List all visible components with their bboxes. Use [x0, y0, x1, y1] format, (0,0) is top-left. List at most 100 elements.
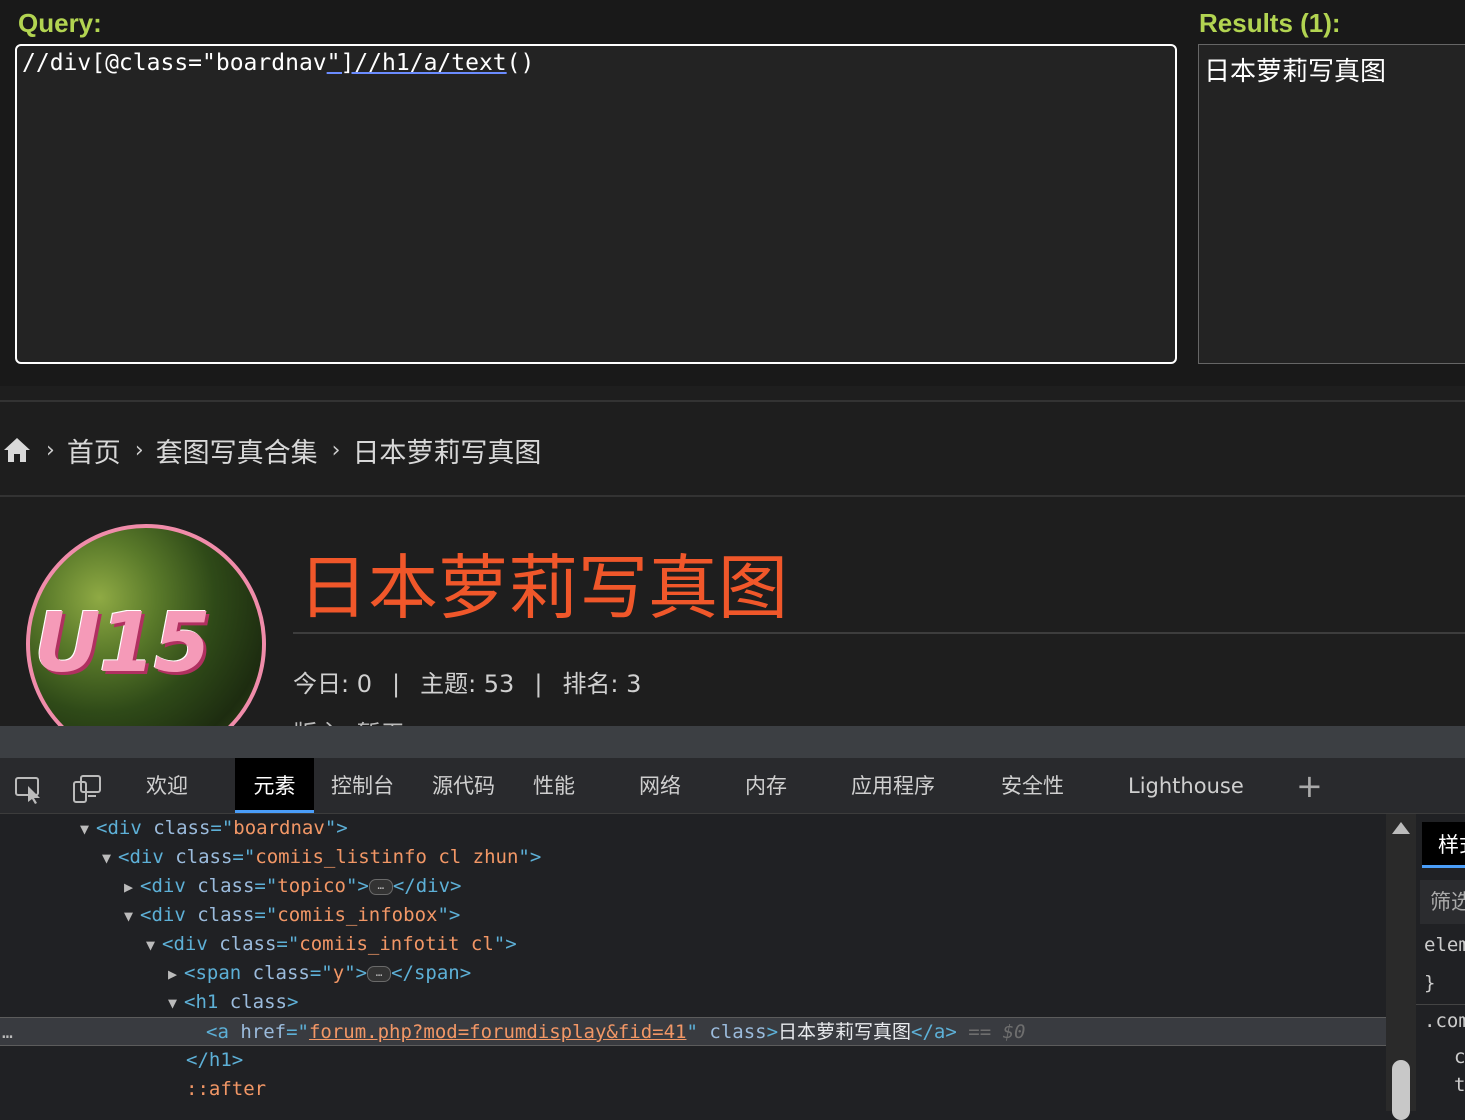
result-text: 日本萝莉写真图 — [1204, 57, 1387, 87]
breadcrumb: › 首页 › 套图写真合集 › 日本萝莉写真图 — [0, 430, 541, 470]
attr-name: class — [141, 817, 211, 839]
devtools-tab-bar: 欢迎 元素 控制台 源代码 性能 网络 内存 应用程序 安全性 Lighthou… — [0, 758, 1465, 814]
tab-styles[interactable]: 样式 — [1422, 822, 1465, 868]
dom-node-row[interactable]: ▶ <div class="topico">… </div> — [0, 872, 1386, 901]
attr-name: class — [697, 1021, 767, 1043]
tab-application[interactable]: 应用程序 — [851, 758, 935, 813]
dom-node-row[interactable]: ▼ <div class="comiis_listinfo cl zhun"> — [0, 843, 1386, 872]
punct: " — [686, 1021, 698, 1043]
punct: =" — [254, 875, 278, 897]
punct: =" — [276, 933, 300, 955]
dom-node-row[interactable]: ▼ <div class="boardnav"> — [0, 814, 1386, 843]
tag: > — [286, 991, 299, 1013]
dom-node-row[interactable]: ▼ <div class="comiis_infotit cl"> — [0, 930, 1386, 959]
tab-network[interactable]: 网络 — [639, 758, 681, 813]
chevron-right-icon: › — [331, 437, 341, 463]
expand-triangle-icon[interactable]: ▼ — [146, 931, 162, 960]
breadcrumb-item-category[interactable]: 套图写真合集 — [156, 431, 318, 470]
punct: =" — [254, 904, 278, 926]
tag: <h1 — [184, 991, 219, 1013]
add-tab-button[interactable]: + — [1296, 770, 1323, 802]
tab-sources[interactable]: 源代码 — [432, 758, 495, 813]
avatar-logo-text: U15 — [34, 596, 211, 691]
more-options-icon[interactable]: … — [2, 1018, 13, 1047]
attr-name: class — [241, 962, 310, 984]
devtools-resize-handle[interactable] — [0, 726, 1465, 758]
home-icon[interactable] — [2, 435, 32, 465]
query-text-part: //div[@class="boardnav — [22, 50, 327, 76]
breadcrumb-item-home[interactable]: 首页 — [67, 431, 121, 470]
forum-title[interactable]: 日本萝莉写真图 — [298, 532, 788, 633]
styles-filter-input[interactable]: 筛选 — [1420, 880, 1465, 924]
tag: "> — [344, 962, 368, 984]
forum-page: › 首页 › 套图写真合集 › 日本萝莉写真图 U15 日本萝莉写真图 今日: … — [0, 386, 1465, 726]
query-text-underlined: "]//h1/a/text — [326, 50, 507, 76]
tab-console[interactable]: 控制台 — [331, 758, 394, 813]
attr-value: comiis_infobox — [277, 904, 438, 926]
ellipsis-icon[interactable]: … — [367, 965, 392, 982]
expand-triangle-icon[interactable]: ▼ — [102, 844, 118, 873]
device-emulation-icon[interactable] — [72, 774, 102, 804]
tag: "> — [518, 846, 542, 868]
stat-today: 今日: 0 — [293, 670, 372, 698]
tag: "> — [493, 933, 517, 955]
dom-node-row-selected[interactable]: … <a href="forum.php?mod=forumdisplay&fid… — [0, 1017, 1386, 1046]
punct: =" — [286, 1021, 309, 1043]
tab-elements[interactable]: 元素 — [235, 758, 314, 813]
style-rule-line: } — [1424, 972, 1436, 994]
tag: <div — [96, 817, 142, 839]
dom-node-row[interactable]: ▶ <span class="y">… </span> — [0, 959, 1386, 988]
pseudo-element: ::after — [186, 1078, 267, 1100]
divider — [0, 400, 1465, 402]
punct: =" — [210, 817, 234, 839]
query-text[interactable]: //div[@class="boardnav"]//h1/a/text() — [22, 50, 534, 76]
tag: "> — [345, 875, 369, 897]
tag: <div — [140, 875, 186, 897]
expand-triangle-icon[interactable]: ▼ — [124, 902, 140, 931]
href-link[interactable]: forum.php?mod=forumdisplay&fid=41 — [309, 1021, 687, 1043]
ellipsis-icon[interactable]: … — [368, 878, 393, 895]
style-rule-line: elem — [1424, 934, 1465, 956]
results-output[interactable]: 日本萝莉写真图 — [1198, 44, 1465, 364]
dom-node-row[interactable]: ▼ <div class="comiis_infobox"> — [0, 901, 1386, 930]
chevron-right-icon: › — [134, 437, 144, 463]
tag: "> — [324, 817, 348, 839]
query-input[interactable]: //div[@class="boardnav"]//h1/a/text() — [15, 44, 1177, 364]
tag: > — [766, 1021, 779, 1043]
tab-welcome[interactable]: 欢迎 — [146, 758, 188, 813]
attr-value: comiis_infotit cl — [299, 933, 494, 955]
punct: =" — [232, 846, 256, 868]
attr-name: href — [228, 1021, 287, 1043]
selected-node-var: $0 — [1002, 1021, 1026, 1043]
dom-node-row[interactable]: </h1> — [0, 1046, 1386, 1075]
expand-triangle-icon[interactable]: ▼ — [80, 815, 96, 844]
divider — [0, 495, 1465, 497]
breadcrumb-item-forum[interactable]: 日本萝莉写真图 — [352, 431, 541, 470]
tag: <div — [140, 904, 186, 926]
attr-value: comiis_listinfo cl zhun — [255, 846, 519, 868]
style-rule-line: t — [1454, 1074, 1465, 1096]
scroll-up-icon[interactable] — [1392, 822, 1410, 834]
tag: "> — [437, 904, 461, 926]
expand-triangle-icon[interactable]: ▼ — [168, 989, 184, 1018]
attr-name: class — [185, 875, 255, 897]
dom-node-row[interactable]: ::after — [0, 1075, 1386, 1104]
attr-value: y — [332, 962, 345, 984]
tab-security[interactable]: 安全性 — [1001, 758, 1064, 813]
query-text-part: () — [506, 50, 535, 76]
xpath-helper-panel: Query: Results (1): //div[@class="boardn… — [0, 0, 1465, 386]
attr-name: class — [163, 846, 233, 868]
attr-name: class — [218, 991, 287, 1013]
scrollbar-thumb[interactable] — [1392, 1060, 1410, 1120]
tab-performance[interactable]: 性能 — [533, 758, 575, 813]
collapse-triangle-icon[interactable]: ▶ — [124, 873, 140, 902]
style-rule-line: .com — [1424, 1010, 1465, 1032]
dom-node-row[interactable]: ▼ <h1 class> — [0, 988, 1386, 1017]
chevron-right-icon: › — [46, 437, 55, 463]
dom-scrollbar[interactable] — [1386, 814, 1416, 1120]
inspect-element-icon[interactable] — [14, 774, 44, 804]
attr-value: boardnav — [233, 817, 325, 839]
tab-memory[interactable]: 内存 — [745, 758, 787, 813]
collapse-triangle-icon[interactable]: ▶ — [168, 960, 184, 989]
tab-lighthouse[interactable]: Lighthouse — [1128, 758, 1244, 813]
